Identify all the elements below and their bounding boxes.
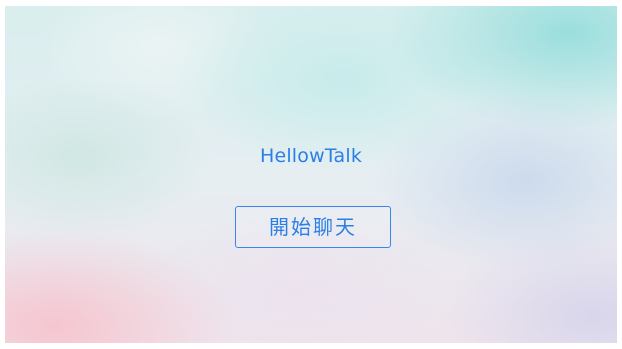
welcome-screen: HellowTalk 開始聊天 [5, 6, 617, 343]
start-chat-button[interactable]: 開始聊天 [235, 206, 391, 248]
app-title: HellowTalk [259, 145, 363, 167]
